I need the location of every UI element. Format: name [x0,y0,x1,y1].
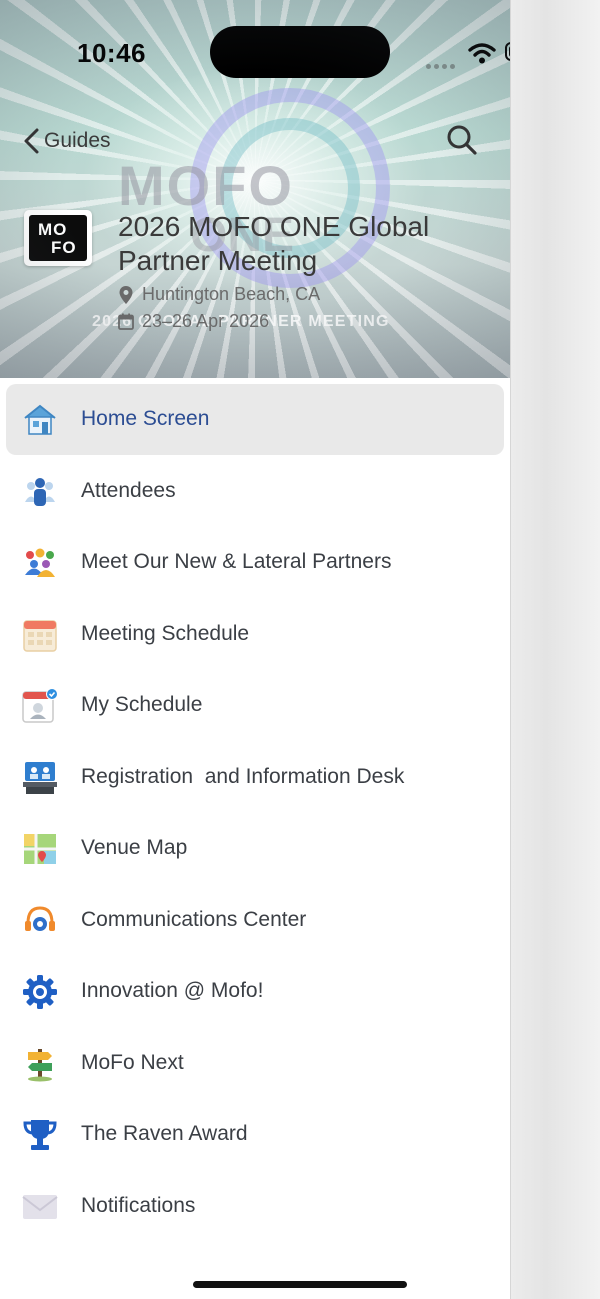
menu-item-mofo-next[interactable]: MoFo Next [0,1028,510,1100]
dynamic-island [210,26,390,78]
group-icon [25,548,55,577]
background-content-strip[interactable] [510,0,600,1299]
menu-item-home-screen[interactable]: Home Screen [0,384,510,456]
navigation-menu: Home Screen Attendees Meet Our New & Lat… [0,384,510,1242]
calendar-icon [23,619,57,652]
location-pin-icon [119,285,133,304]
event-title: 2026 MOFO ONE Global Partner Meeting [118,211,430,276]
house-icon [24,404,56,435]
calendar-small-icon [118,313,134,330]
logo-text-line2: FO [51,238,77,257]
menu-item-label: Notifications [81,1193,196,1217]
menu-item-raven-award[interactable]: The Raven Award [0,1099,510,1171]
envelope-icon [22,1194,58,1219]
event-header: MOFO ONE 2026 GLOBAL PARTNER MEETING 10:… [0,0,510,378]
menu-item-label: Communications Center [81,907,307,931]
menu-item-notifications[interactable]: Notifications [0,1171,510,1243]
menu-item-label: My Schedule [81,693,203,716]
menu-item-new-lateral-partners[interactable]: Meet Our New & Lateral Partners [0,527,510,599]
header-art-ring-inner [220,118,360,258]
cellular-signal-icon [426,56,462,69]
wifi-icon [468,43,496,64]
back-button-label: Guides [44,129,111,152]
menu-item-label: Venue Map [81,836,188,859]
side-drawer: MOFO ONE 2026 GLOBAL PARTNER MEETING 10:… [0,0,510,1299]
search-icon[interactable] [446,124,478,156]
menu-item-label: MoFo Next [81,1050,184,1074]
home-indicator[interactable] [193,1281,407,1288]
my-schedule-icon [22,688,58,723]
event-logo: MO FO [24,210,92,266]
menu-item-attendees[interactable]: Attendees [0,456,510,528]
menu-item-registration-desk[interactable]: Registration and Information Desk [0,742,510,814]
menu-item-label: Attendees [81,478,176,502]
headset-icon [25,905,55,931]
map-icon [24,834,56,864]
menu-item-venue-map[interactable]: Venue Map [0,813,510,885]
menu-item-label: Home Screen [81,407,210,430]
chevron-left-icon [24,128,39,154]
header-art-ring [190,88,390,288]
menu-item-label: Registration and Information Desk [81,764,405,788]
event-location-text: Huntington Beach, CA [142,284,321,304]
status-time: 10:46 [77,38,146,68]
trophy-icon [23,1120,57,1150]
menu-item-communications-center[interactable]: Communications Center [0,885,510,957]
menu-item-my-schedule[interactable]: My Schedule [0,670,510,742]
header-art-wordmark-2: ONE [190,209,295,262]
back-button[interactable]: Guides [22,124,111,158]
event-dates: 23–26 Apr 2026 [118,311,269,332]
menu-item-innovation[interactable]: Innovation @ Mofo! [0,956,510,1028]
menu-item-label: Meet Our New & Lateral Partners [81,550,392,573]
event-dates-text: 23–26 Apr 2026 [142,311,270,331]
header-art-banner: 2026 GLOBAL PARTNER MEETING [92,313,390,330]
event-location: Huntington Beach, CA [118,284,320,305]
menu-item-label: The Raven Award [81,1122,248,1145]
logo-text-line1: MO [38,220,68,239]
menu-item-label: Meeting Schedule [81,621,250,645]
battery-icon [505,42,510,61]
registration-desk-icon [23,761,57,794]
people-icon [25,477,55,506]
gear-icon [23,975,57,1009]
menu-item-meeting-schedule[interactable]: Meeting Schedule [0,599,510,671]
signpost-icon [28,1048,52,1081]
header-art-wordmark: MOFO [118,154,294,217]
menu-item-label: Innovation @ Mofo! [81,979,264,1002]
